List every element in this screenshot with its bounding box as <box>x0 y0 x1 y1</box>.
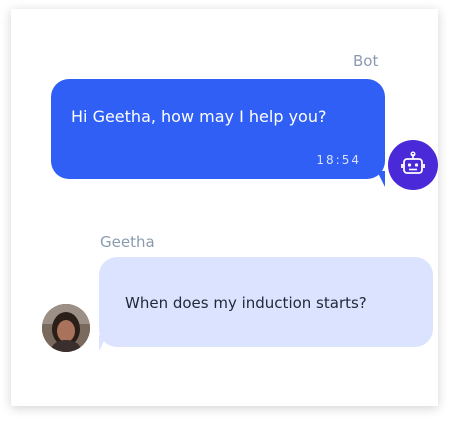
bot-sender-name: Bot <box>353 52 379 70</box>
bot-message-time: 18:54 <box>316 153 361 167</box>
user-message-text: When does my induction starts? <box>125 294 367 312</box>
bot-message-bubble: Hi Geetha, how may I help you? 18:54 <box>51 79 385 179</box>
bot-avatar <box>388 140 438 190</box>
user-bubble-tail <box>99 335 107 351</box>
user-photo <box>42 304 90 352</box>
user-avatar <box>42 304 90 352</box>
bot-bubble-tail <box>377 171 385 187</box>
user-message-bubble: When does my induction starts? <box>99 257 433 347</box>
robot-icon <box>401 151 425 174</box>
chat-panel: Bot Hi Geetha, how may I help you? 18:54… <box>11 9 438 406</box>
user-sender-name: Geetha <box>100 233 155 251</box>
bot-message-text: Hi Geetha, how may I help you? <box>71 107 327 126</box>
